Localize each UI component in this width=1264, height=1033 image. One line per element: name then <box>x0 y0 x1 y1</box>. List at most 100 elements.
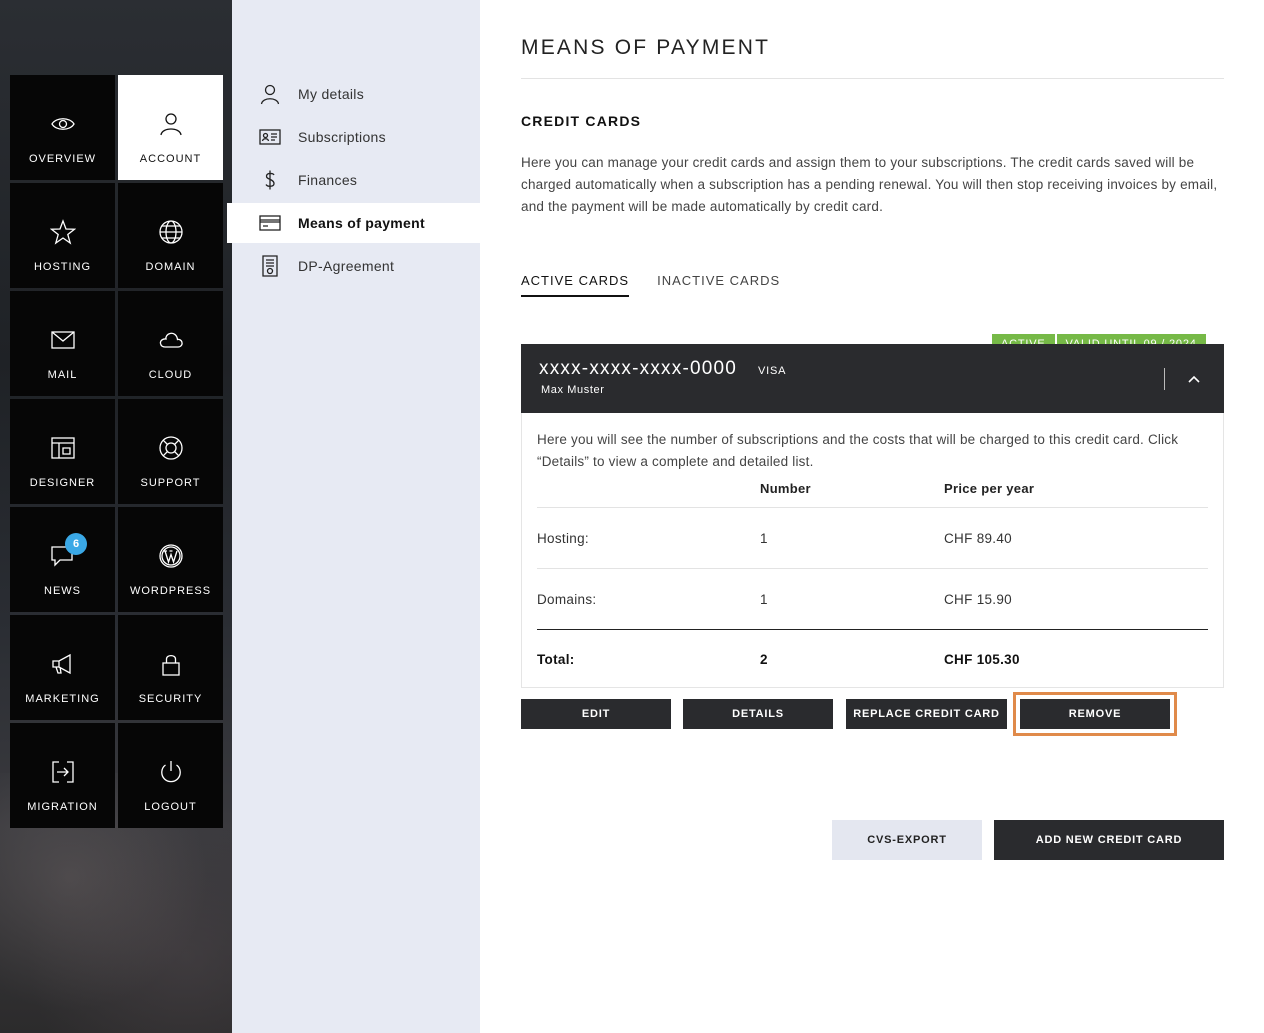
envelope-icon <box>50 326 76 354</box>
row-price: CHF 89.40 <box>944 531 1012 546</box>
lock-icon <box>158 650 184 678</box>
dollar-icon <box>258 168 282 192</box>
edit-button[interactable]: EDIT <box>521 699 671 729</box>
cloud-icon <box>158 326 184 354</box>
card-brand: VISA <box>758 365 787 377</box>
page-title: MEANS OF PAYMENT <box>521 36 771 59</box>
credit-card-icon <box>258 211 282 235</box>
nav-tile-overview[interactable]: OVERVIEW <box>10 75 115 180</box>
subnav-item-label: Means of payment <box>298 215 425 231</box>
eye-icon <box>50 110 76 138</box>
row-number: 1 <box>760 531 768 546</box>
news-count-badge: 6 <box>65 533 87 555</box>
subnav-item-subscriptions[interactable]: Subscriptions <box>232 117 480 157</box>
credit-card-body: Here you will see the number of subscrip… <box>521 413 1224 688</box>
nav-tile-security[interactable]: SECURITY <box>118 615 223 720</box>
nav-tile-label: MARKETING <box>25 693 100 705</box>
wordpress-icon <box>158 542 184 570</box>
account-subnav: My details Subscriptions Finances Means … <box>227 0 480 1033</box>
nav-tile-label: ACCOUNT <box>139 153 202 165</box>
remove-highlight: REMOVE <box>1013 692 1177 736</box>
tab-inactive-cards[interactable]: INACTIVE CARDS <box>657 273 780 297</box>
document-icon <box>258 254 282 278</box>
nav-tile-logout[interactable]: LOGOUT <box>118 723 223 828</box>
table-header-cell: Price per year <box>944 481 1035 496</box>
nav-tile-label: MAIL <box>47 369 78 381</box>
table-row: Domains: 1 CHF 15.90 <box>537 569 1208 630</box>
subnav-item-label: DP-Agreement <box>298 258 395 274</box>
card-holder: Max Muster <box>541 384 605 396</box>
nav-tile-domain[interactable]: DOMAIN <box>118 183 223 288</box>
main-nav: OVERVIEW ACCOUNT HOSTING DOMAIN MAIL CLO… <box>10 75 224 828</box>
nav-tile-support[interactable]: SUPPORT <box>118 399 223 504</box>
nav-tile-account[interactable]: ACCOUNT <box>118 75 223 180</box>
section-title: CREDIT CARDS <box>521 113 642 129</box>
subnav-item-means-of-payment[interactable]: Means of payment <box>227 203 480 243</box>
table-row: Hosting: 1 CHF 89.40 <box>537 508 1208 569</box>
table-total-row: Total: 2 CHF 105.30 <box>537 630 1208 690</box>
migration-icon <box>50 758 76 786</box>
lifebuoy-icon <box>158 434 184 462</box>
globe-icon <box>158 218 184 246</box>
page-actions: CVS-EXPORT ADD NEW CREDIT CARD <box>832 820 1224 860</box>
add-credit-card-button[interactable]: ADD NEW CREDIT CARD <box>994 820 1224 860</box>
subnav-item-label: Subscriptions <box>298 129 386 145</box>
row-price: CHF 15.90 <box>944 592 1012 607</box>
star-icon <box>49 218 76 246</box>
card-actions: EDIT DETAILS REPLACE CREDIT CARD REMOVE <box>521 692 1177 736</box>
subnav-item-dp-agreement[interactable]: DP-Agreement <box>232 246 480 286</box>
collapse-card-button[interactable] <box>1182 368 1206 390</box>
nav-tile-label: NEWS <box>44 585 81 597</box>
nav-tile-label: MIGRATION <box>27 801 98 813</box>
nav-tile-label: SUPPORT <box>140 477 201 489</box>
nav-tile-cloud[interactable]: CLOUD <box>118 291 223 396</box>
nav-tile-label: OVERVIEW <box>28 153 97 165</box>
user-icon <box>158 110 184 138</box>
intro-text: Here you can manage your credit cards an… <box>521 155 1218 214</box>
nav-tile-label: DOMAIN <box>145 261 196 273</box>
card-description: Here you will see the number of subscrip… <box>537 432 1179 469</box>
subnav-item-label: Finances <box>298 172 358 188</box>
layout-icon <box>50 434 76 462</box>
nav-tile-marketing[interactable]: MARKETING <box>10 615 115 720</box>
nav-tile-news[interactable]: 6 NEWS <box>10 507 115 612</box>
nav-tile-label: HOSTING <box>33 261 92 273</box>
cost-table: Number Price per year Hosting: 1 CHF 89.… <box>537 479 1208 690</box>
nav-tile-label: SECURITY <box>138 693 203 705</box>
title-divider <box>521 78 1224 79</box>
nav-tile-mail[interactable]: MAIL <box>10 291 115 396</box>
nav-tile-hosting[interactable]: HOSTING <box>10 183 115 288</box>
remove-button[interactable]: REMOVE <box>1020 699 1170 729</box>
power-icon <box>158 758 184 786</box>
nav-tile-label: CLOUD <box>148 369 193 381</box>
table-header-row: Number Price per year <box>537 479 1208 508</box>
table-header-cell: Number <box>760 481 811 496</box>
card-tabs: ACTIVE CARDS INACTIVE CARDS <box>521 273 808 297</box>
row-label: Domains: <box>537 592 597 607</box>
credit-card-header: xxxx-xxxx-xxxx-0000 VISA Max Muster <box>521 344 1224 413</box>
replace-credit-card-button[interactable]: REPLACE CREDIT CARD <box>846 699 1007 729</box>
card-number: xxxx-xxxx-xxxx-0000 <box>539 358 738 379</box>
row-label: Hosting: <box>537 531 589 546</box>
id-card-icon <box>258 125 282 149</box>
total-price: CHF 105.30 <box>944 652 1020 667</box>
nav-tile-label: LOGOUT <box>144 801 197 813</box>
nav-tile-migration[interactable]: MIGRATION <box>10 723 115 828</box>
details-button[interactable]: DETAILS <box>683 699 833 729</box>
nav-tile-wordpress[interactable]: WORDPRESS <box>118 507 223 612</box>
person-icon <box>258 82 282 106</box>
csv-export-button[interactable]: CVS-EXPORT <box>832 820 982 860</box>
row-number: 1 <box>760 592 768 607</box>
chevron-up-icon <box>1188 375 1200 383</box>
nav-tile-label: DESIGNER <box>29 477 96 489</box>
subnav-item-my-details[interactable]: My details <box>232 74 480 114</box>
subnav-item-finances[interactable]: Finances <box>232 160 480 200</box>
megaphone-icon <box>50 650 76 678</box>
tab-active-cards[interactable]: ACTIVE CARDS <box>521 273 630 297</box>
header-divider <box>1164 368 1165 390</box>
total-number: 2 <box>760 652 768 667</box>
total-label: Total: <box>537 652 575 667</box>
subnav-item-label: My details <box>298 86 365 102</box>
nav-tile-designer[interactable]: DESIGNER <box>10 399 115 504</box>
nav-tile-label: WORDPRESS <box>129 585 212 597</box>
